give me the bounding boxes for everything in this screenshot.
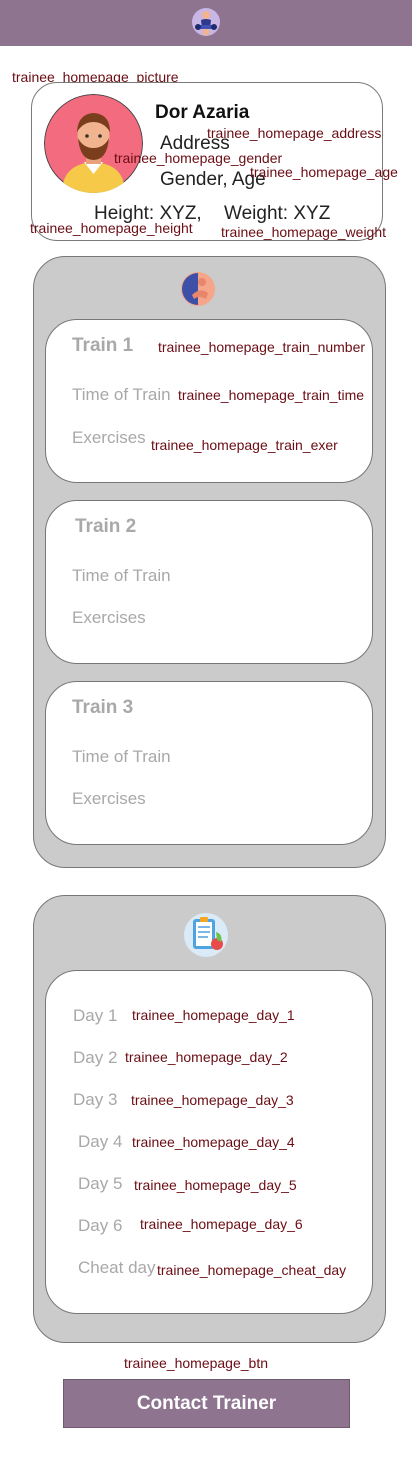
debug-label-weight: trainee_homepage_weight	[221, 224, 387, 240]
train-time: Time of Train	[72, 747, 171, 766]
profile-weight: Weight: XYZ	[224, 203, 331, 224]
debug-label-train-time: trainee_homepage_train_time	[178, 387, 365, 403]
day-item[interactable]: Day 6	[78, 1216, 122, 1236]
day-item[interactable]: Day 5	[78, 1174, 122, 1194]
debug-label-day-6: trainee_homepage_day_6	[140, 1216, 303, 1232]
debug-label-day-1: trainee_homepage_day_1	[132, 1007, 295, 1023]
debug-label-height: trainee_homepage_height	[30, 220, 193, 236]
debug-label-day-2: trainee_homepage_day_2	[125, 1049, 288, 1065]
debug-label-age: trainee_homepage_age	[250, 164, 398, 180]
debug-label-day-4: trainee_homepage_day_4	[132, 1134, 295, 1150]
debug-label-btn: trainee_homepage_btn	[124, 1355, 269, 1371]
debug-label-cheat-day: trainee_homepage_cheat_day	[157, 1262, 347, 1278]
fitness-app-icon	[191, 7, 221, 37]
train-exercises: Exercises	[72, 789, 146, 808]
avatar-icon	[44, 94, 143, 193]
train-exercises: Exercises	[72, 428, 146, 447]
debug-label-train-number: trainee_homepage_train_number	[158, 339, 366, 355]
debug-label-address: trainee_homepage_address	[207, 125, 382, 141]
contact-trainer-button[interactable]: Contact Trainer	[63, 1379, 350, 1428]
day-item[interactable]: Day 4	[78, 1132, 122, 1152]
debug-label-train-exer: trainee_homepage_train_exer	[151, 437, 338, 453]
train-title: Train 3	[72, 697, 134, 718]
debug-label-day-3: trainee_homepage_day_3	[131, 1092, 294, 1108]
train-time: Time of Train	[72, 385, 171, 404]
train-title: Train 2	[75, 516, 137, 537]
train-title: Train 1	[72, 335, 134, 356]
day-item[interactable]: Day 1	[73, 1006, 117, 1026]
train-exercises: Exercises	[72, 608, 146, 627]
profile-name: Dor Azaria	[155, 102, 250, 123]
day-item[interactable]: Day 2	[73, 1048, 117, 1068]
debug-label-day-5: trainee_homepage_day_5	[134, 1177, 297, 1193]
cheat-day-item[interactable]: Cheat day	[78, 1258, 156, 1278]
day-item[interactable]: Day 3	[73, 1090, 117, 1110]
workout-icon	[180, 271, 216, 307]
meal-plan-icon	[183, 912, 229, 958]
train-time: Time of Train	[72, 566, 171, 585]
